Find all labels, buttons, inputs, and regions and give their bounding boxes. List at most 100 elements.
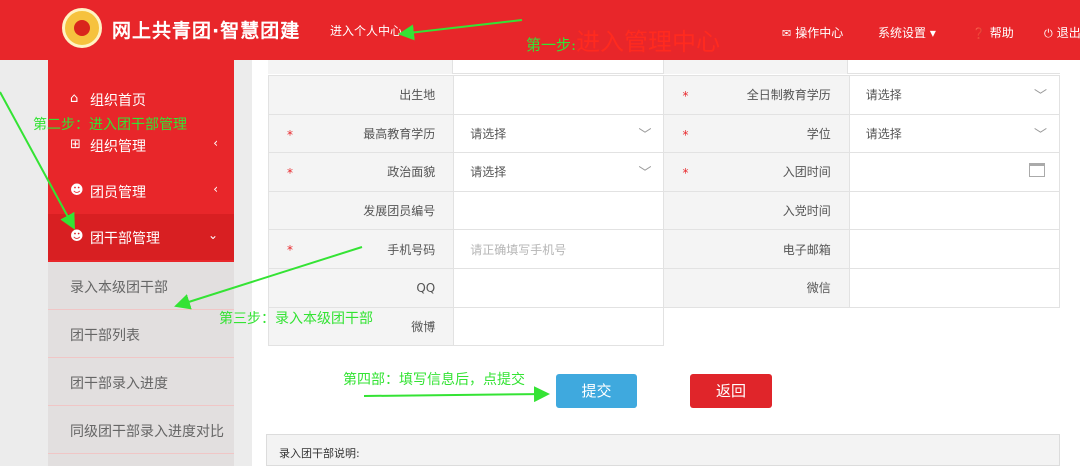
operation-center-label: 操作中心 [795, 26, 844, 40]
home-icon: ⌂ [70, 91, 79, 106]
users-icon: ☻ [70, 183, 84, 198]
field-label: 出生地 [399, 88, 436, 103]
sidebar-item-member-management[interactable]: ☻ 团员管理 ‹ [48, 168, 234, 214]
submenu-item-progress-compare[interactable]: 同级团干部录入进度对比 [48, 406, 234, 454]
submenu-item-label: 团干部列表 [70, 328, 140, 344]
chevron-left-icon: ‹ [213, 182, 218, 196]
text-field[interactable] [453, 75, 665, 115]
field-label: 微信 [806, 281, 831, 296]
field-label-cell: * 最高教育学历 [267, 113, 455, 154]
sidebar-item-label: 组织管理 [90, 139, 146, 155]
field-label: 入团时间 [782, 165, 831, 180]
required-marker: * [287, 243, 293, 258]
text-field[interactable] [453, 267, 665, 308]
chevron-down-icon: ﹀ [1033, 127, 1047, 143]
field-label-cell: * 学位 [663, 113, 850, 154]
field-label: 微博 [411, 319, 436, 334]
submenu-item-cadre-progress[interactable]: 团干部录入进度 [48, 358, 234, 406]
field-label: 手机号码 [387, 242, 436, 257]
youth-league-logo-icon [62, 8, 102, 48]
chevron-left-icon: ‹ [213, 136, 218, 150]
submenu-item-enter-cadre[interactable]: 录入本级团干部 [48, 262, 234, 310]
form-row: 发展团员编号 入党时间 [267, 190, 1061, 231]
field-placeholder: 请正确填写手机号 [470, 242, 567, 257]
text-field[interactable] [453, 190, 665, 231]
sidebar-item-label: 团员管理 [90, 185, 146, 201]
users-icon: ☻ [70, 229, 84, 244]
field-label: 入党时间 [782, 204, 831, 219]
envelope-icon: ✉ [782, 27, 792, 40]
text-field[interactable] [848, 190, 1061, 231]
text-field[interactable]: 请正确填写手机号 [453, 229, 665, 269]
field-label-cell: 微信 [663, 267, 850, 308]
sidebar-item-cadre-management[interactable]: ☻ 团干部管理 ⌄ [48, 214, 234, 260]
field-label-cell: 电子邮箱 [663, 229, 850, 269]
submit-button[interactable]: 提交 [556, 374, 637, 408]
field-label-cell: * 手机号码 [267, 229, 455, 269]
select-field[interactable]: 请选择 ﹀ [453, 152, 665, 192]
required-marker: * [682, 166, 689, 181]
form-row: * 最高教育学历 请选择 ﹀ * 学位 请选择 ﹀ [267, 113, 1061, 154]
required-marker: * [682, 89, 689, 103]
annotation-step1-main: 进入管理中心 [576, 28, 721, 56]
required-marker: * [287, 166, 293, 181]
text-field[interactable] [453, 306, 665, 347]
cadre-entry-notes: 录入团干部说明: [266, 434, 1060, 466]
annotation-step1: 第一步:进入管理中心 [526, 22, 720, 57]
select-field[interactable]: 请选择 ﹀ [848, 113, 1061, 154]
help-link[interactable]: ❓ 帮助 [972, 24, 1014, 41]
field-label-cell: 出生地 [267, 75, 455, 115]
required-marker: * [287, 127, 293, 142]
text-field[interactable] [848, 229, 1061, 269]
sidebar-item-label: 组织首页 [90, 93, 146, 109]
annotation-step2: 第二步：进入团干部管理 [33, 117, 187, 133]
field-label: 发展团员编号 [363, 204, 436, 219]
sidebar-item-label: 团干部管理 [90, 231, 160, 247]
text-field[interactable] [848, 152, 1061, 192]
notes-title: 录入团干部说明: [279, 447, 360, 460]
help-label: 帮助 [989, 26, 1014, 40]
cadre-form-table: 出生地 * 全日制教育学历 请选择 ﹀ * 最高教育学历 请选择 ﹀ * 学位 请选择 ﹀ * 政治面貌 请选… [267, 75, 1061, 347]
select-field[interactable]: 请选择 ﹀ [453, 113, 665, 154]
select-field[interactable]: 请选择 ﹀ [848, 75, 1061, 115]
field-value: 请选择 [865, 126, 902, 141]
app-title: 网上共青团·智慧团建 [112, 20, 301, 42]
empty-cell [664, 307, 1060, 346]
annotation-step3: 第三步：录入本级团干部 [219, 311, 373, 327]
form-row: QQ 微信 [267, 267, 1061, 308]
logout-label: 退出 [1056, 26, 1080, 40]
chevron-down-icon: ﹀ [1033, 89, 1047, 104]
field-label: 电子邮箱 [782, 242, 831, 257]
field-label-cell: * 入团时间 [663, 152, 850, 192]
form-row: * 手机号码 请正确填写手机号 电子邮箱 [267, 229, 1061, 269]
system-settings-dropdown[interactable]: 系统设置 ▾ [878, 24, 936, 41]
submenu-item-cadre-list[interactable]: 团干部列表 [48, 310, 234, 358]
field-label: 最高教育学历 [363, 126, 436, 141]
required-marker: * [682, 127, 689, 142]
form-row: 出生地 * 全日制教育学历 请选择 ﹀ [267, 75, 1061, 115]
cadre-submenu: 录入本级团干部 团干部列表 团干部录入进度 同级团干部录入进度对比 [48, 262, 234, 466]
field-label-cell: QQ [267, 267, 455, 308]
operation-center-link[interactable]: ✉ 操作中心 [782, 24, 843, 41]
logout-link[interactable]: ⏻ 退出 [1044, 24, 1080, 41]
field-label: 全日制教育学历 [746, 88, 831, 103]
chevron-down-icon: ﹀ [638, 127, 652, 143]
field-value: 请选择 [470, 165, 507, 180]
field-label-cell: 发展团员编号 [267, 190, 455, 231]
back-button[interactable]: 返回 [690, 374, 772, 408]
submenu-item-label: 同级团干部录入进度对比 [70, 424, 224, 440]
help-icon: ❓ [972, 27, 986, 40]
field-label-cell: * 全日制教育学历 [663, 75, 850, 115]
text-field[interactable] [848, 267, 1061, 308]
power-icon: ⏻ [1044, 27, 1053, 40]
form-row-cutoff [268, 60, 1060, 74]
field-value: 请选择 [865, 88, 902, 103]
field-label-cell: 入党时间 [663, 190, 850, 231]
calendar-icon[interactable] [1029, 163, 1045, 178]
field-label: 政治面貌 [387, 165, 436, 180]
field-label: QQ [416, 280, 436, 295]
personal-center-link[interactable]: 进入个人中心 [330, 22, 402, 39]
chevron-down-icon: ﹀ [638, 166, 652, 182]
field-value: 请选择 [470, 126, 507, 141]
form-row: 微博 [267, 306, 1060, 347]
